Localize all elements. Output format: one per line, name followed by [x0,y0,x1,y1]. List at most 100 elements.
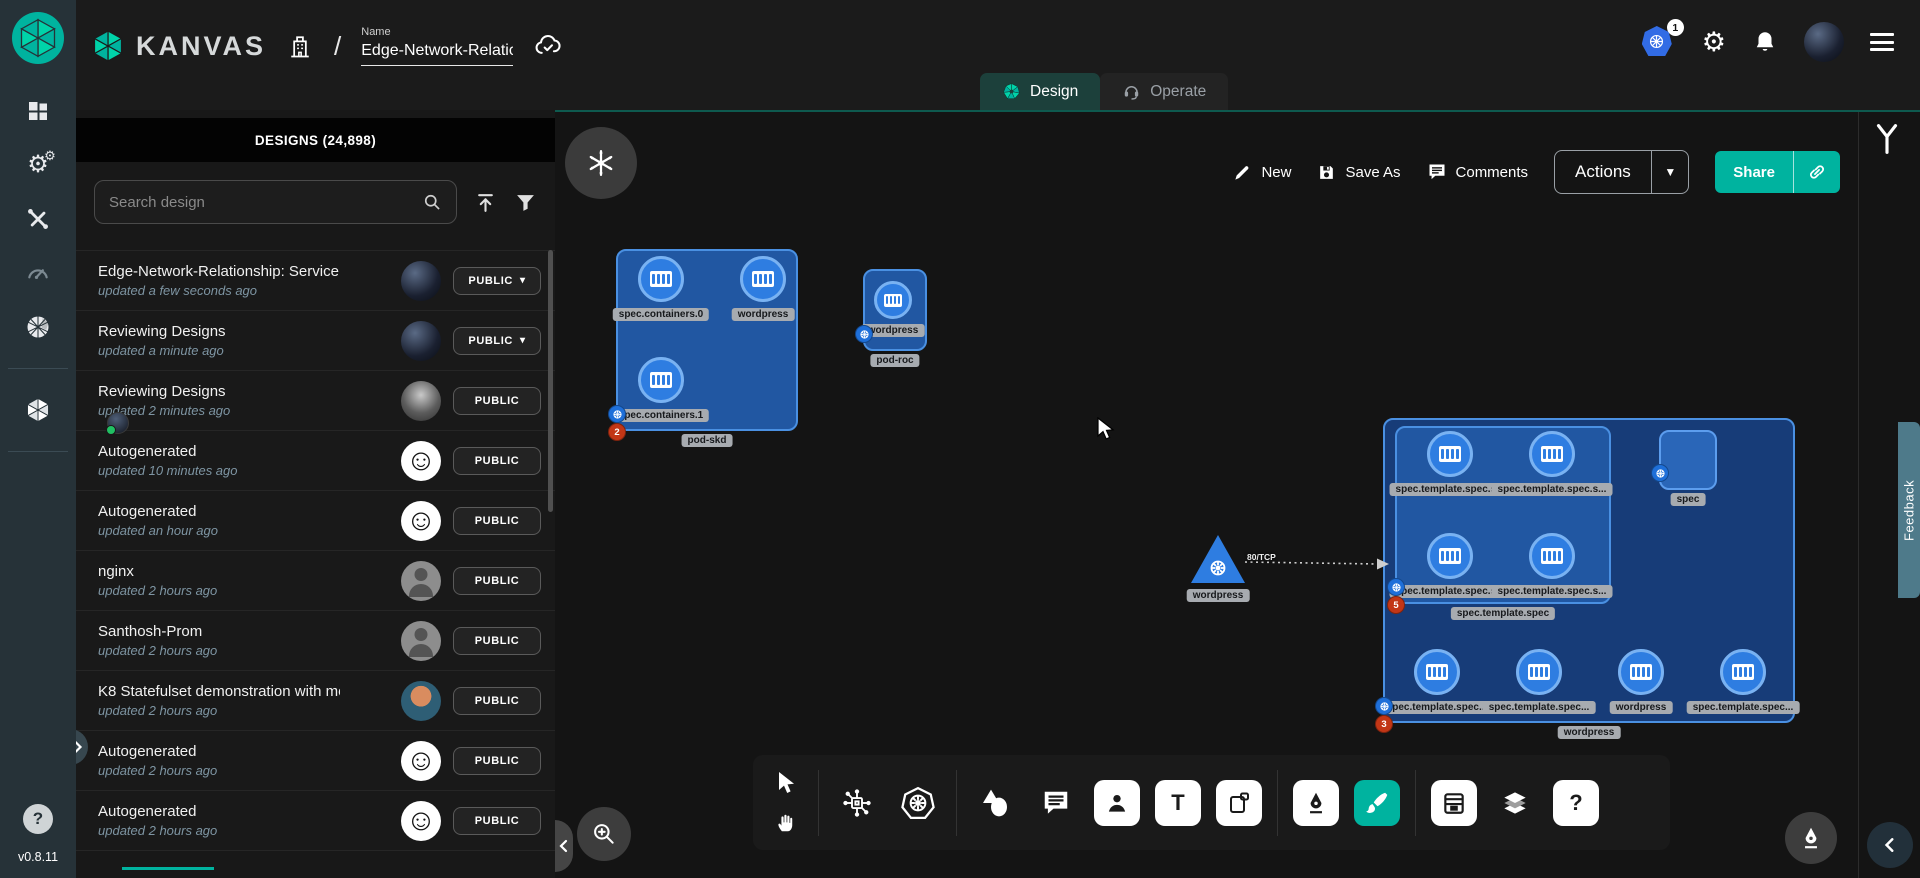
sidebar-item-lifecycle[interactable]: ⚙⚙ [21,148,55,182]
design-updated-timestamp: updated 2 hours ago [98,703,389,718]
connect-components-tool[interactable] [834,780,880,826]
tab-operate[interactable]: Operate [1100,73,1228,110]
container-node[interactable]: wordpress [874,281,912,319]
kubernetes-badge[interactable] [1387,578,1405,596]
kubernetes-badge[interactable] [855,325,873,343]
sidebar-item-performance[interactable] [21,256,55,290]
issue-count-badge[interactable]: 2 [608,423,626,441]
design-list-item[interactable]: Autogeneratedupdated an hour ago☺PUBLIC [76,491,555,551]
kubernetes-badge[interactable] [1651,464,1669,482]
visibility-label: PUBLIC [475,455,520,467]
container-node[interactable]: spec.template.spec.s... [1427,533,1473,579]
sidebar-item-extensions[interactable] [21,310,55,344]
menu-hamburger-icon[interactable] [1870,33,1894,51]
search-box[interactable] [94,180,457,224]
sidebar-nav: ⚙⚙ [0,90,76,456]
design-list-item[interactable]: Edge-Network-Relationship: Serviceupdate… [76,251,555,311]
zoom-in-button[interactable] [577,807,631,861]
visibility-button[interactable]: PUBLIC [453,567,541,595]
shapes-tool[interactable] [972,780,1018,826]
help-button[interactable]: ? [23,804,53,834]
kubernetes-tool[interactable] [895,780,941,826]
pen-nib-icon [1798,825,1824,851]
visibility-button[interactable]: PUBLIC [453,447,541,475]
design-list-item[interactable]: Autogeneratedupdated 2 hours ago☺PUBLIC [76,791,555,851]
sidebar-item-kanvas[interactable] [21,393,55,427]
layers-tool[interactable] [1492,780,1538,826]
design-title: Santhosh-Prom [98,623,340,640]
container-node[interactable]: spec.containers.0 [638,256,684,302]
panel-scrollbar[interactable] [548,250,553,512]
feedback-tab[interactable]: Feedback [1898,422,1920,598]
kubernetes-badge[interactable] [1375,697,1393,715]
search-icon [420,190,444,214]
right-panel-chevron[interactable] [1867,822,1913,868]
name-label: Name [361,26,513,38]
user-avatar[interactable] [1804,22,1844,62]
design-text: Autogeneratedupdated 10 minutes ago [90,443,389,478]
design-name-input[interactable] [361,40,513,66]
kubernetes-context-switcher[interactable]: 1 [1642,26,1676,58]
container-node[interactable]: spec.template.spec.s... [1529,533,1575,579]
design-list-item[interactable]: Reviewing Designsupdated 2 minutes agoPU… [76,371,555,431]
design-list-item[interactable]: nginxupdated 2 hours agoPUBLIC [76,551,555,611]
settings-gear-icon[interactable]: ⚙ [1702,29,1726,56]
sidebar-item-configuration[interactable] [21,202,55,236]
tab-design[interactable]: Design [980,73,1100,110]
dock-divider [818,770,819,836]
dock-divider [1277,770,1278,836]
merge-versions-icon[interactable] [1872,122,1902,161]
container-node[interactable]: spec.template.spec... [1720,649,1766,695]
dock-help-tool[interactable]: ? [1553,780,1599,826]
container-node[interactable]: wordpress [740,256,786,302]
visibility-button[interactable]: PUBLIC [453,627,541,655]
design-canvas[interactable]: New Save As [555,110,1920,878]
pan-tool[interactable] [769,806,803,840]
kubernetes-badge[interactable] [608,405,626,423]
kanvas-brand[interactable]: KANVAS [90,28,266,64]
comment-tool[interactable] [1033,780,1079,826]
visibility-button[interactable]: PUBLIC [453,387,541,415]
container-node[interactable]: spec.template.spec... [1516,649,1562,695]
select-tool[interactable] [769,766,803,800]
container-node[interactable]: wordpress [1618,649,1664,695]
brush-tool[interactable] [1354,780,1400,826]
visibility-button[interactable]: PUBLIC [453,687,541,715]
container-icon [1720,649,1766,695]
design-list-item[interactable]: K8 Statefulset demonstration with moupda… [76,671,555,731]
container-icon [874,281,912,319]
text-tool[interactable]: T [1155,780,1201,826]
service-node[interactable]: wordpress [1191,535,1245,583]
import-design-icon[interactable] [473,190,497,214]
design-list-item[interactable]: Autogeneratedupdated 10 minutes ago☺PUBL… [76,431,555,491]
design-list-item[interactable]: Santhosh-Promupdated 2 hours agoPUBLIC [76,611,555,671]
toolbox-icon [25,206,51,232]
visibility-button[interactable]: PUBLIC▾ [453,327,541,355]
organization-building-icon[interactable] [286,32,314,60]
layer5-logo[interactable] [12,12,64,64]
filter-funnel-icon[interactable] [513,190,537,214]
container-node[interactable]: spec.template.spec.s... [1427,431,1473,477]
media-tool[interactable] [1094,780,1140,826]
note-tool[interactable] [1216,780,1262,826]
notifications-bell-icon[interactable] [1752,29,1778,55]
visibility-button[interactable]: PUBLIC [453,507,541,535]
design-list-item[interactable]: Reviewing Designsupdated a minute agoPUB… [76,311,555,371]
container-icon [638,256,684,302]
search-input[interactable] [107,193,412,212]
visibility-button[interactable]: PUBLIC [453,747,541,775]
k8s-group-spec[interactable]: spec [1659,430,1717,490]
container-node[interactable]: spec.containers.1 [638,357,684,403]
design-title: Autogenerated [98,803,340,820]
issue-count-badge[interactable]: 3 [1375,715,1393,733]
container-node[interactable]: spec.template.spec.s... [1529,431,1575,477]
issue-count-badge[interactable]: 5 [1387,596,1405,614]
design-mode-pen-button[interactable] [1785,812,1837,864]
drawer-tool[interactable] [1431,780,1477,826]
visibility-button[interactable]: PUBLIC▾ [453,267,541,295]
sidebar-item-dashboard[interactable] [21,94,55,128]
design-list-item[interactable]: Autogeneratedupdated 2 hours ago☺PUBLIC [76,731,555,791]
container-node[interactable]: spec.template.spec... [1414,649,1460,695]
visibility-button[interactable]: PUBLIC [453,807,541,835]
pen-tool[interactable] [1293,780,1339,826]
